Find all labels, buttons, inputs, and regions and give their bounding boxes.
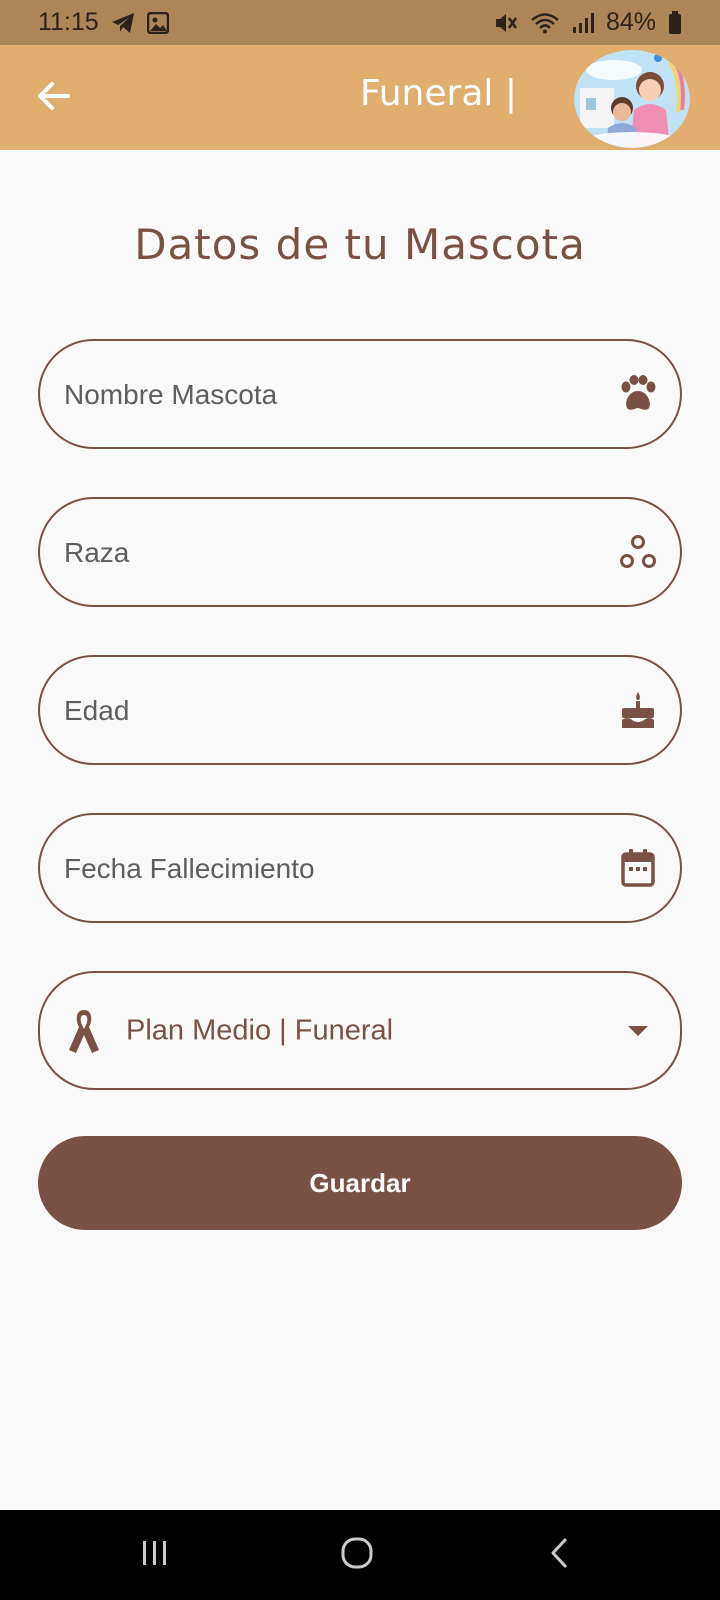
save-button[interactable]: Guardar bbox=[38, 1136, 682, 1230]
plan-dropdown[interactable]: Plan Medio | Funeral bbox=[38, 971, 682, 1090]
battery-percent: 84% bbox=[605, 8, 656, 36]
back-button[interactable] bbox=[30, 75, 76, 121]
home-icon bbox=[341, 1537, 373, 1573]
age-field[interactable] bbox=[38, 655, 682, 765]
page-title: Datos de tu Mascota bbox=[134, 220, 586, 269]
back-icon bbox=[548, 1537, 570, 1573]
paw-icon bbox=[618, 374, 658, 414]
death-date-input[interactable] bbox=[62, 815, 586, 923]
avatar[interactable] bbox=[574, 50, 690, 148]
recent-apps-icon bbox=[140, 1539, 170, 1571]
ribbon-icon bbox=[64, 1006, 104, 1056]
mute-icon bbox=[494, 12, 518, 34]
signal-icon bbox=[572, 12, 594, 34]
recent-apps-button[interactable] bbox=[110, 1510, 200, 1600]
gallery-icon bbox=[146, 11, 169, 34]
pet-name-field[interactable] bbox=[38, 339, 682, 449]
status-bar: 11:15 84% bbox=[0, 0, 720, 45]
death-date-field[interactable] bbox=[38, 813, 682, 923]
cake-icon bbox=[618, 690, 658, 730]
status-time: 11:15 bbox=[38, 8, 99, 36]
app-title: Funeral | bbox=[360, 73, 517, 114]
age-input[interactable] bbox=[62, 657, 586, 765]
breed-input[interactable] bbox=[62, 499, 586, 607]
status-left: 11:15 bbox=[38, 8, 169, 37]
plan-selected-value: Plan Medio | Funeral bbox=[126, 1014, 394, 1046]
breed-field[interactable] bbox=[38, 497, 682, 607]
calendar-icon bbox=[618, 848, 658, 888]
battery-icon bbox=[668, 10, 682, 35]
chevron-down-icon bbox=[628, 1025, 648, 1036]
system-back-button[interactable] bbox=[514, 1510, 604, 1600]
pet-name-input[interactable] bbox=[62, 341, 586, 449]
wifi-icon bbox=[530, 12, 560, 34]
system-nav-bar bbox=[0, 1510, 720, 1600]
arrow-left-icon bbox=[36, 81, 70, 115]
telegram-icon bbox=[111, 12, 135, 34]
home-button[interactable] bbox=[312, 1510, 402, 1600]
status-right: 84% bbox=[494, 8, 682, 37]
breed-icon bbox=[618, 532, 658, 572]
